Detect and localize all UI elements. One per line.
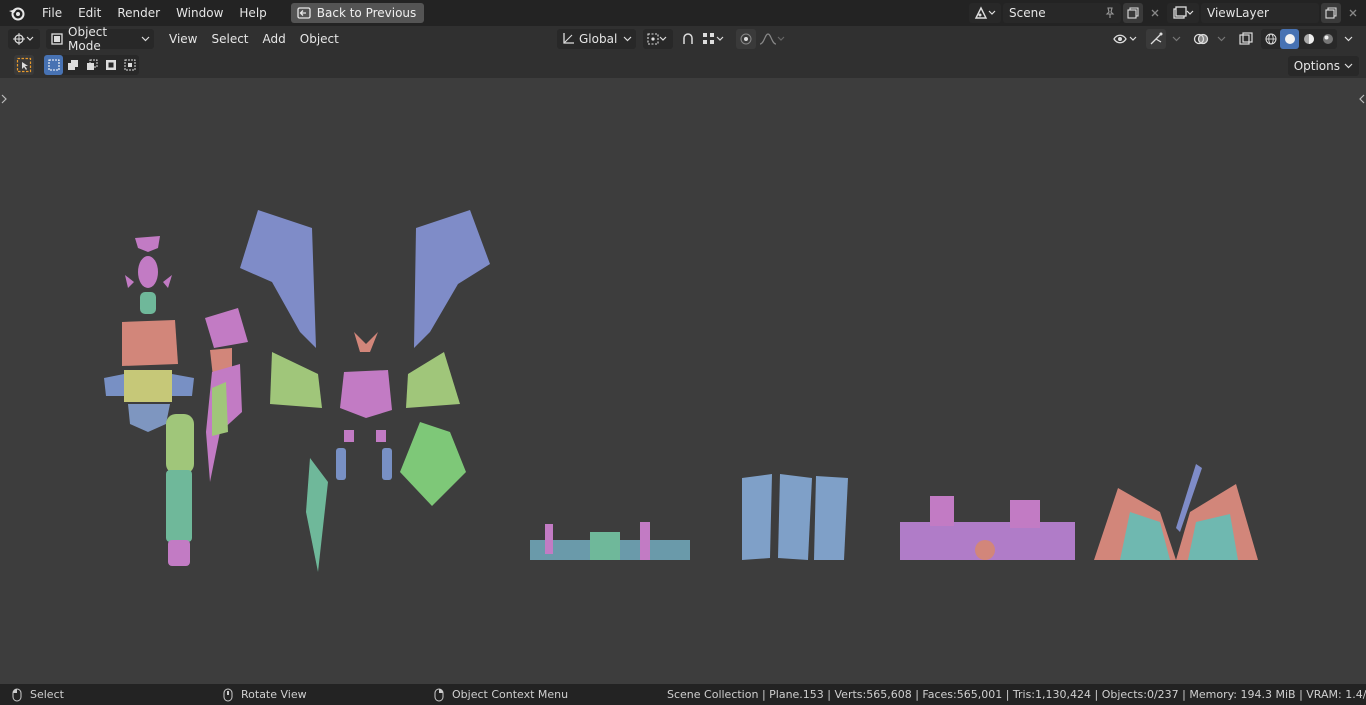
scene-selector-button[interactable]: [969, 3, 1001, 23]
menu-object[interactable]: Object: [293, 29, 346, 49]
status-rotate-label: Rotate View: [241, 688, 307, 701]
object-mode-label: Object Mode: [68, 25, 108, 53]
visibility-dropdown[interactable]: [1109, 29, 1141, 49]
menu-render[interactable]: Render: [109, 2, 168, 24]
chevron-down-icon: [141, 36, 150, 42]
shading-mode-group: [1261, 29, 1337, 49]
mouse-left-icon: [12, 688, 22, 702]
new-view-layer-icon[interactable]: [1321, 3, 1341, 23]
back-to-previous-button[interactable]: Back to Previous: [290, 3, 425, 23]
editor-type-icon: [12, 32, 34, 46]
transform-orientation-dropdown[interactable]: Global: [557, 29, 636, 49]
menu-edit[interactable]: Edit: [70, 2, 109, 24]
snap-toggle-icon[interactable]: [678, 29, 698, 49]
assembled-preview-2[interactable]: [742, 474, 848, 560]
mouse-right-icon: [434, 688, 444, 702]
assembled-preview-3[interactable]: [900, 496, 1075, 560]
status-context-menu-label: Object Context Menu: [452, 688, 569, 701]
status-middle-click: Rotate View: [223, 688, 307, 702]
falloff-dropdown-icon[interactable]: [758, 29, 786, 49]
pin-icon[interactable]: [1104, 7, 1121, 19]
overlays-dropdown-icon[interactable]: [1211, 29, 1231, 49]
scene-models[interactable]: [0, 52, 1366, 684]
overlays-toggle-icon[interactable]: [1191, 29, 1211, 49]
solid-shading-icon[interactable]: [1280, 29, 1299, 49]
status-select-label: Select: [30, 688, 64, 701]
back-arrow-icon: [297, 7, 311, 19]
mouse-middle-icon: [223, 688, 233, 702]
menu-window[interactable]: Window: [168, 2, 231, 24]
editor-type-button[interactable]: [8, 29, 40, 49]
new-scene-icon[interactable]: [1123, 3, 1143, 23]
gizmo-toggle-icon[interactable]: [1146, 29, 1166, 49]
snap-target-dropdown[interactable]: [698, 29, 730, 49]
menu-view[interactable]: View: [162, 29, 204, 49]
top-bar: File Edit Render Window Help Back to Pre…: [0, 0, 1366, 26]
object-mode-dropdown[interactable]: Object Mode: [46, 25, 154, 53]
status-left-click: Select: [12, 688, 64, 702]
pivot-point-icon: [647, 32, 667, 46]
orientation-label: Global: [579, 32, 618, 46]
orientation-icon: [561, 32, 575, 46]
figure-parts-left[interactable]: [104, 236, 248, 566]
scene-name: Scene: [1009, 6, 1046, 20]
view-layer-name-field[interactable]: ViewLayer: [1201, 3, 1319, 23]
menu-add[interactable]: Add: [256, 29, 293, 49]
xray-toggle-icon[interactable]: [1236, 29, 1256, 49]
chevron-down-icon: [623, 36, 632, 42]
status-right-click: Object Context Menu: [434, 688, 568, 702]
blender-logo-icon[interactable]: [0, 0, 34, 26]
menu-file[interactable]: File: [34, 2, 70, 24]
snap-grid-icon: [702, 32, 724, 46]
wireframe-shading-icon[interactable]: [1261, 29, 1280, 49]
eye-icon: [1113, 32, 1137, 46]
proportional-editing-icon[interactable]: [736, 29, 756, 49]
view-layer-selector-button[interactable]: [1167, 3, 1199, 23]
view-layer-name: ViewLayer: [1207, 6, 1269, 20]
wing-parts[interactable]: [240, 210, 490, 572]
assembled-preview-1[interactable]: [530, 522, 690, 560]
shading-dropdown-icon[interactable]: [1338, 29, 1358, 49]
scene-statistics: Scene Collection | Plane.153 | Verts:565…: [667, 688, 1366, 701]
3d-viewport[interactable]: Options: [0, 52, 1366, 684]
viewport-header: Object Mode View Select Add Object Globa…: [0, 25, 1366, 53]
delete-view-layer-icon[interactable]: [1343, 3, 1363, 23]
menu-select[interactable]: Select: [204, 29, 255, 49]
pivot-point-dropdown[interactable]: [643, 29, 673, 49]
back-to-previous-label: Back to Previous: [316, 6, 417, 20]
view-layer-icon: [1172, 6, 1194, 20]
material-preview-shading-icon[interactable]: [1299, 29, 1318, 49]
scene-name-field[interactable]: Scene: [1003, 3, 1121, 23]
gizmo-dropdown-icon[interactable]: [1166, 29, 1186, 49]
status-bar: Select Rotate View Object Context Menu S…: [0, 684, 1366, 705]
scene-icon: [974, 6, 996, 20]
assembled-preview-4[interactable]: [1094, 464, 1258, 560]
delete-scene-icon[interactable]: [1145, 3, 1165, 23]
object-mode-icon: [50, 32, 64, 46]
menu-help[interactable]: Help: [231, 2, 274, 24]
rendered-shading-icon[interactable]: [1318, 29, 1337, 49]
